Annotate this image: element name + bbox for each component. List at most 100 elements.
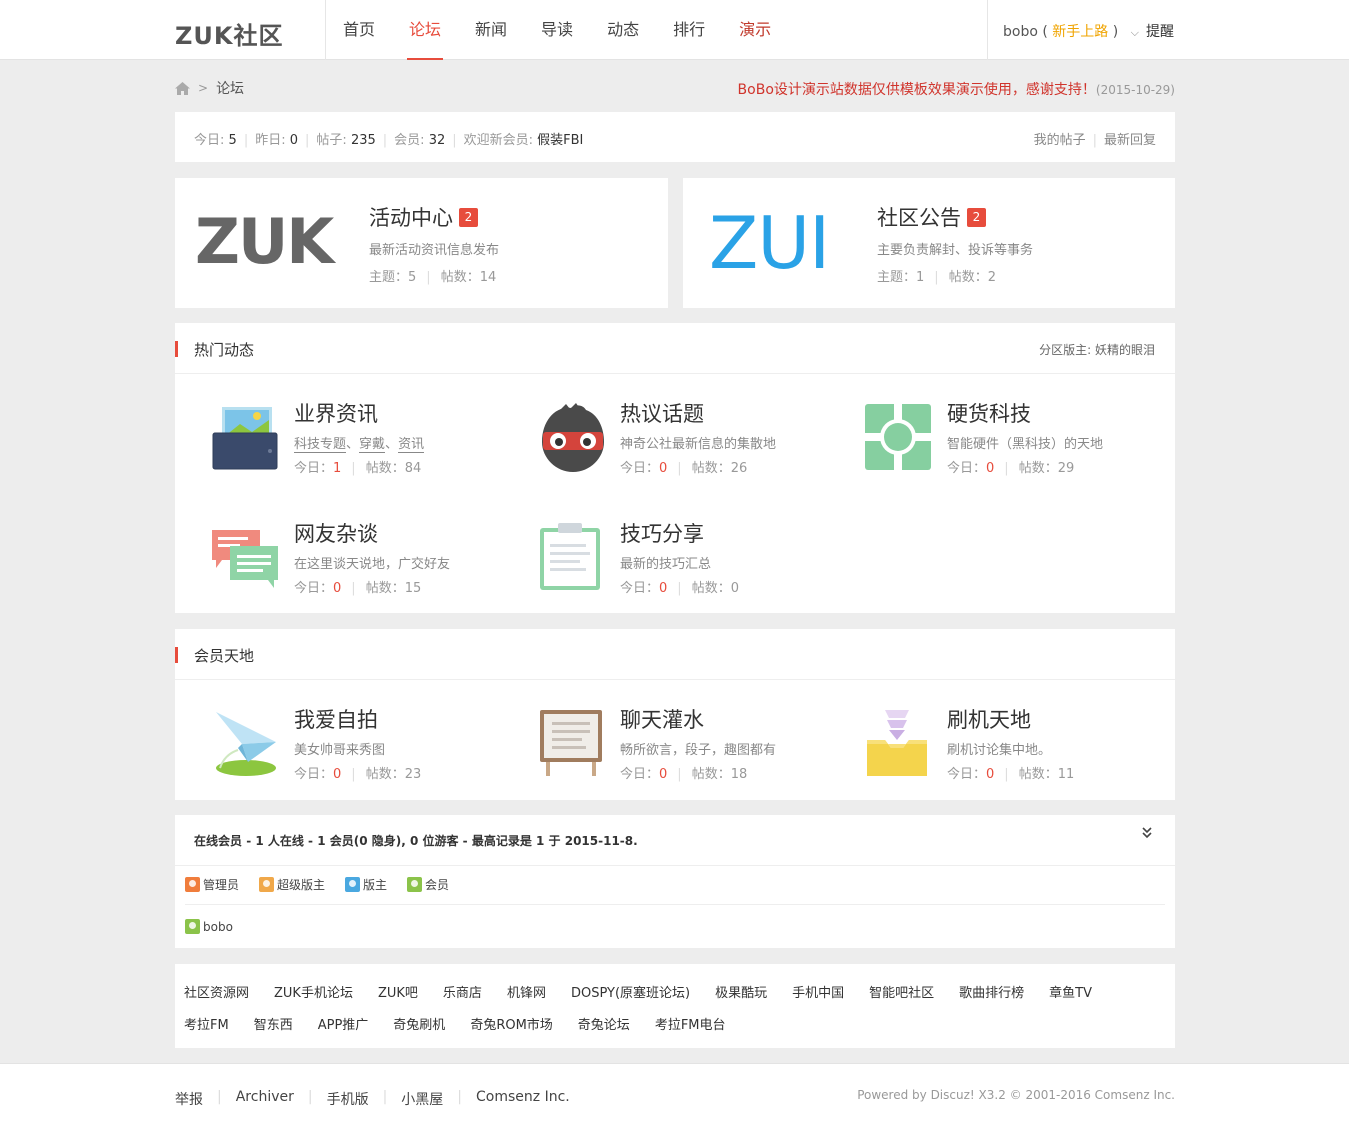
- nav-forum[interactable]: 论坛: [407, 0, 444, 60]
- post-count: 0: [730, 581, 739, 596]
- forum-item[interactable]: 业界资讯 科技专题、穿戴、资讯 今日：1 | 帖数：84: [212, 398, 532, 488]
- forum-sublink[interactable]: 科技专题: [294, 437, 347, 453]
- forum-name[interactable]: 聊天灌水: [620, 704, 704, 734]
- member-section: 会员天地 我爱自拍 美女帅哥来秀图 今日：0 | 帖数：23 聊天灌水 畅所欲言…: [175, 629, 1175, 800]
- newest-member-link[interactable]: 假装FBI: [537, 133, 583, 148]
- masked-face-icon[interactable]: [538, 402, 608, 472]
- section-title[interactable]: 会员天地: [194, 645, 254, 666]
- friend-link[interactable]: ZUK手机论坛: [274, 982, 353, 1001]
- forum-item[interactable]: 热议话题 神奇公社最新信息的集散地 今日：0 | 帖数：26: [538, 398, 858, 488]
- stat-label: 昨日:: [255, 133, 286, 148]
- legend-label: 会员: [425, 878, 450, 892]
- breadcrumb: > 论坛: [175, 78, 244, 98]
- nav-activity[interactable]: 动态: [607, 0, 639, 60]
- friend-link[interactable]: 奇兔ROM市场: [470, 1014, 552, 1033]
- super-moderator-icon: [259, 877, 275, 892]
- forum-name[interactable]: 我爱自拍: [294, 704, 378, 734]
- chevron-down-icon[interactable]: ⌵: [1131, 26, 1139, 40]
- moderator-link[interactable]: 妖精的眼泪: [1095, 343, 1155, 357]
- legend-member: 会员: [407, 876, 449, 893]
- friend-link[interactable]: 社区资源网: [184, 982, 249, 1001]
- meta-label: 今日：: [620, 461, 660, 476]
- friend-link[interactable]: 歌曲排行榜: [959, 982, 1024, 1001]
- user-menu[interactable]: bobo ( 新手上路 ) ⌵: [1003, 21, 1139, 41]
- featured-title-link[interactable]: 活动中心: [369, 202, 453, 232]
- stats-links: 我的帖子 | 最新回复: [1033, 133, 1156, 148]
- online-header: 在线会员 - 1 人在线 - 1 会员(0 隐身), 0 位游客 - 最高记录是…: [175, 815, 1175, 866]
- friend-link[interactable]: 乐商店: [443, 982, 482, 1001]
- friend-link[interactable]: 智能吧社区: [869, 982, 934, 1001]
- zui-logo[interactable]: ZUI: [709, 201, 859, 285]
- featured-title: 社区公告 2: [877, 202, 986, 232]
- forum-item[interactable]: 网友杂谈 在这里谈天说地，广交好友 今日：0 | 帖数：15: [212, 518, 532, 608]
- online-user-link[interactable]: bobo: [203, 920, 233, 934]
- friend-link[interactable]: 奇兔刷机: [393, 1014, 445, 1033]
- footer-link-mobile[interactable]: 手机版: [327, 1089, 369, 1109]
- featured-card-activity[interactable]: ZUK 活动中心 2 最新活动资讯信息发布 主题：5 | 帖数：14: [175, 178, 668, 308]
- footer-link-comsenz[interactable]: Comsenz Inc.: [476, 1089, 570, 1109]
- collapse-icon[interactable]: [1141, 825, 1153, 842]
- footer-link-report[interactable]: 举报: [175, 1089, 203, 1109]
- friend-link[interactable]: 奇兔论坛: [578, 1014, 630, 1033]
- divider: [987, 0, 988, 60]
- tablet-picture-icon[interactable]: [212, 402, 282, 472]
- forum-item[interactable]: 刷机天地 刷机讨论集中地。 今日：0 | 帖数：11: [865, 704, 1185, 794]
- forum-name[interactable]: 业界资讯: [294, 398, 378, 428]
- section-title[interactable]: 热门动态: [194, 339, 254, 360]
- today-count: 1: [333, 461, 342, 476]
- friend-link[interactable]: 智东西: [254, 1014, 293, 1033]
- forum-name[interactable]: 硬货科技: [947, 398, 1031, 428]
- paper-plane-icon[interactable]: [212, 708, 282, 778]
- featured-title-link[interactable]: 社区公告: [877, 202, 961, 232]
- my-posts-link[interactable]: 我的帖子: [1034, 133, 1086, 148]
- forum-item[interactable]: 技巧分享 最新的技巧汇总 今日：0 | 帖数：0: [538, 518, 858, 608]
- online-user[interactable]: bobo: [185, 919, 233, 934]
- username[interactable]: bobo: [1003, 24, 1038, 40]
- breadcrumb-current[interactable]: 论坛: [216, 78, 244, 98]
- online-title-link[interactable]: 在线会员: [194, 834, 242, 848]
- chip-icon[interactable]: [865, 402, 935, 472]
- forum-sublink[interactable]: 穿戴: [359, 437, 386, 453]
- latest-replies-link[interactable]: 最新回复: [1104, 133, 1156, 148]
- inbox-download-icon[interactable]: [865, 708, 935, 778]
- forum-name[interactable]: 技巧分享: [620, 518, 704, 548]
- forum-item[interactable]: 我爱自拍 美女帅哥来秀图 今日：0 | 帖数：23: [212, 704, 532, 794]
- forum-name[interactable]: 网友杂谈: [294, 518, 378, 548]
- friend-link[interactable]: APP推广: [318, 1014, 369, 1033]
- home-icon[interactable]: [175, 81, 190, 95]
- footer-link-blacklist[interactable]: 小黑屋: [401, 1089, 443, 1109]
- clipboard-icon[interactable]: [538, 522, 608, 592]
- site-logo[interactable]: ZUK社区: [175, 16, 284, 51]
- friend-link[interactable]: 极果酷玩: [715, 982, 767, 1001]
- friend-link[interactable]: 章鱼TV: [1049, 982, 1092, 1001]
- today-count: 0: [659, 461, 668, 476]
- nav-news[interactable]: 新闻: [475, 0, 507, 60]
- footer-link-archiver[interactable]: Archiver: [236, 1089, 294, 1109]
- forum-name[interactable]: 热议话题: [620, 398, 704, 428]
- nav-home[interactable]: 首页: [343, 0, 375, 60]
- friend-link[interactable]: 考拉FM电台: [655, 1014, 726, 1033]
- friend-link[interactable]: 手机中国: [792, 982, 844, 1001]
- chat-bubbles-icon[interactable]: [212, 522, 282, 592]
- friend-link[interactable]: DOSPY(原塞班论坛): [571, 982, 690, 1001]
- legend-label: 超级版主: [277, 878, 326, 892]
- forum-item[interactable]: 硬货科技 智能硬件（黑科技）的天地 今日：0 | 帖数：29: [865, 398, 1185, 488]
- remind-link[interactable]: 提醒: [1146, 21, 1174, 41]
- easel-board-icon[interactable]: [538, 708, 608, 778]
- forum-name[interactable]: 刷机天地: [947, 704, 1031, 734]
- forum-item[interactable]: 聊天灌水 畅所欲言，段子，趣图都有 今日：0 | 帖数：18: [538, 704, 858, 794]
- user-rank-wrap: ( 新手上路 ): [1042, 24, 1119, 40]
- online-members: 在线会员 - 1 人在线 - 1 会员(0 隐身), 0 位游客 - 最高记录是…: [175, 815, 1175, 948]
- zuk-logo[interactable]: ZUK: [195, 205, 345, 278]
- friend-link[interactable]: 机锋网: [507, 982, 546, 1001]
- nav-demo[interactable]: 演示: [739, 0, 771, 60]
- notice-text[interactable]: BoBo设计演示站数据仅供模板效果演示使用，感谢支持！: [738, 82, 1096, 98]
- topic-count: 5: [408, 270, 417, 285]
- friend-link[interactable]: ZUK吧: [378, 982, 418, 1001]
- featured-card-announcement[interactable]: ZUI 社区公告 2 主要负责解封、投诉等事务 主题：1 | 帖数：2: [683, 178, 1175, 308]
- nav-guide[interactable]: 导读: [541, 0, 573, 60]
- friend-link[interactable]: 考拉FM: [184, 1014, 229, 1033]
- nav-ranking[interactable]: 排行: [673, 0, 705, 60]
- forum-sublink[interactable]: 资讯: [398, 437, 425, 453]
- meta-label: 帖数：: [948, 270, 988, 285]
